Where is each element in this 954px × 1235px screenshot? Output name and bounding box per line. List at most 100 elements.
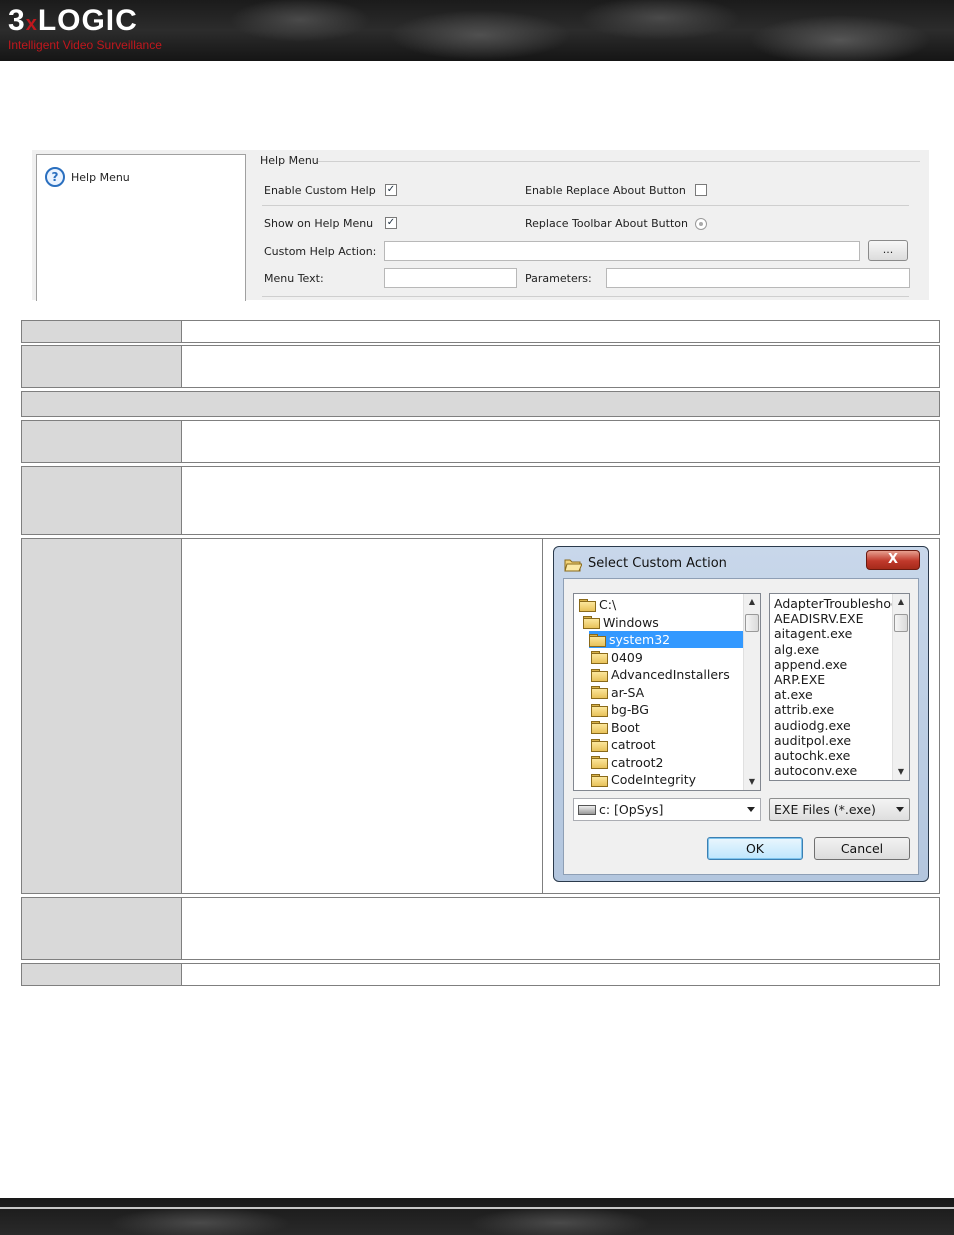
file-item[interactable]: autochk.exe xyxy=(774,748,850,763)
scroll-thumb[interactable] xyxy=(894,614,908,632)
folder-list-scrollbar[interactable]: ▲ ▼ xyxy=(743,594,760,790)
settings-tree: ? Help Menu xyxy=(36,154,246,301)
folder-icon xyxy=(591,738,608,752)
dialog-body: C:\ Windows system32 0409 AdvancedInstallers… xyxy=(563,578,919,875)
folder-item[interactable]: catroot2 xyxy=(591,754,744,771)
enable-replace-about-checkbox[interactable] xyxy=(695,184,707,196)
show-on-help-menu-label: Show on Help Menu xyxy=(264,217,374,230)
folder-label: AdvancedInstallers xyxy=(611,667,730,682)
menu-text-field[interactable] xyxy=(384,268,517,288)
folder-item[interactable]: ar-SA xyxy=(591,684,744,701)
folder-item[interactable]: Windows xyxy=(583,614,744,631)
folder-item[interactable]: C:\ xyxy=(579,596,744,613)
table-row-5-label-cell xyxy=(21,538,182,894)
folder-label: catroot2 xyxy=(611,754,664,770)
table-section-header xyxy=(21,391,940,417)
enable-custom-help-checkbox[interactable]: ✓ xyxy=(385,184,397,196)
scroll-down-icon[interactable]: ▼ xyxy=(744,774,760,790)
table-row-2-label-cell xyxy=(21,345,182,388)
table-row-7-value-cell xyxy=(181,963,940,986)
file-item[interactable]: AEADISRV.EXE xyxy=(774,611,864,626)
file-item[interactable]: append.exe xyxy=(774,657,847,672)
folder-item[interactable]: 0409 xyxy=(591,649,744,666)
folder-item[interactable]: system32 xyxy=(589,631,744,648)
table-row-6-label-cell xyxy=(21,897,182,960)
help-menu-settings-panel: ? Help Menu Help Menu Enable Custom Help… xyxy=(32,150,929,301)
custom-help-action-field[interactable] xyxy=(384,241,860,261)
custom-help-action-label: Custom Help Action: xyxy=(264,245,377,258)
folder-item[interactable]: catroot xyxy=(591,736,744,753)
folder-label: bg-BG xyxy=(611,702,649,717)
drive-select[interactable]: c: [OpSys] xyxy=(573,798,761,821)
file-item[interactable]: auditpol.exe xyxy=(774,733,851,748)
group-title: Help Menu xyxy=(260,154,319,167)
folder-item[interactable]: Boot xyxy=(591,719,744,736)
footer-rule xyxy=(0,1207,954,1209)
open-folder-icon xyxy=(579,598,596,612)
enable-custom-help-label: Enable Custom Help xyxy=(264,184,376,197)
folder-icon xyxy=(591,686,608,699)
replace-toolbar-about-radio[interactable] xyxy=(695,218,707,230)
folder-list[interactable]: C:\ Windows system32 0409 AdvancedInstallers… xyxy=(573,593,761,791)
file-list-scrollbar[interactable]: ▲ ▼ xyxy=(892,594,909,780)
folder-label: Boot xyxy=(611,719,640,735)
bottom-divider xyxy=(262,296,909,297)
folder-item[interactable]: AdvancedInstallers xyxy=(591,666,744,683)
brand-tagline: Intelligent Video Surveillance xyxy=(8,38,162,52)
file-type-select[interactable]: EXE Files (*.exe) xyxy=(769,798,910,821)
scroll-up-icon[interactable]: ▲ xyxy=(744,594,760,610)
open-folder-icon xyxy=(589,633,606,647)
file-item[interactable]: AdapterTroubleshoo xyxy=(774,596,899,611)
drive-value: c: [OpSys] xyxy=(599,802,664,817)
file-item[interactable]: alg.exe xyxy=(774,642,819,657)
close-button[interactable]: X xyxy=(866,550,920,570)
scroll-thumb[interactable] xyxy=(745,614,759,632)
group-divider xyxy=(318,161,920,162)
tree-item-help-menu[interactable]: ? Help Menu xyxy=(45,167,130,187)
ok-button[interactable]: OK xyxy=(707,837,803,860)
file-item[interactable]: autoconv.exe xyxy=(774,763,857,778)
cancel-button[interactable]: Cancel xyxy=(814,837,910,860)
file-item[interactable]: ARP.EXE xyxy=(774,672,825,687)
folder-icon xyxy=(591,651,608,664)
chevron-down-icon xyxy=(896,807,904,812)
file-list[interactable]: AdapterTroubleshoo AEADISRV.EXE aitagent.e… xyxy=(769,593,910,781)
scroll-down-icon[interactable]: ▼ xyxy=(893,764,909,780)
file-item[interactable]: attrib.exe xyxy=(774,702,834,717)
folder-icon xyxy=(591,773,608,787)
help-question-icon: ? xyxy=(45,167,65,187)
folder-label: C:\ xyxy=(599,597,617,612)
parameters-field[interactable] xyxy=(606,268,910,288)
footer-banner xyxy=(0,1198,954,1235)
table-row-6-value-cell xyxy=(181,897,940,960)
folder-item[interactable]: CodeIntegrity xyxy=(591,771,744,788)
table-row-3-label-cell xyxy=(21,420,182,463)
header-banner: 3xLOGIC Intelligent Video Surveillance xyxy=(0,0,954,61)
file-item[interactable]: aitagent.exe xyxy=(774,626,852,641)
file-item[interactable]: audiodg.exe xyxy=(774,718,851,733)
folder-label: catroot xyxy=(611,737,656,752)
folder-label: 0409 xyxy=(611,649,643,665)
show-on-help-menu-checkbox[interactable]: ✓ xyxy=(385,217,397,229)
table-row-5-value-cell xyxy=(181,538,543,894)
folder-icon xyxy=(591,756,608,769)
parameters-label: Parameters: xyxy=(525,272,592,285)
enable-replace-about-label: Enable Replace About Button xyxy=(525,184,686,197)
open-folder-icon xyxy=(583,616,600,629)
file-item[interactable]: at.exe xyxy=(774,687,813,702)
table-row-3-value-cell xyxy=(181,420,940,463)
table-row-2-value-cell xyxy=(181,345,940,388)
folder-label: Windows xyxy=(603,614,659,630)
folder-label: ar-SA xyxy=(611,684,645,700)
open-folder-icon xyxy=(564,559,582,572)
folder-label: system32 xyxy=(609,632,671,647)
brand-logo: 3xLOGIC xyxy=(8,4,138,37)
scroll-up-icon[interactable]: ▲ xyxy=(893,594,909,610)
table-row-4-value-cell xyxy=(181,466,940,535)
table-row-4-label-cell xyxy=(21,466,182,535)
table-row-7-label-cell xyxy=(21,963,182,986)
select-custom-action-dialog: Select Custom Action X C:\ Windows system3… xyxy=(553,546,929,882)
folder-item[interactable]: bg-BG xyxy=(591,701,744,718)
drive-icon xyxy=(578,805,596,815)
browse-button[interactable]: ... xyxy=(868,240,908,261)
